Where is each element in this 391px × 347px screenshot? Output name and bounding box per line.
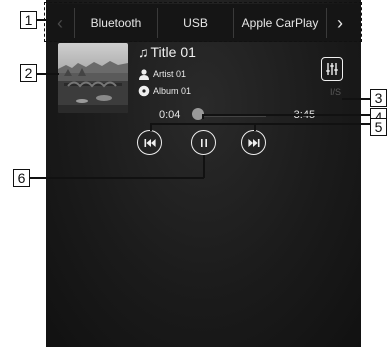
skip-next-icon <box>247 138 259 147</box>
callout-5: 5 <box>370 118 387 136</box>
disc-icon <box>138 85 150 97</box>
elapsed-time: 0:04 <box>159 109 181 121</box>
track-title-text: Title 01 <box>150 44 196 60</box>
artist-name: Artist 01 <box>153 69 187 79</box>
track-title: ♫ Title 01 <box>138 44 196 60</box>
tab-apple-carplay[interactable]: Apple CarPlay <box>233 8 327 38</box>
equalizer-icon <box>326 63 338 75</box>
callout-line-1 <box>37 19 46 21</box>
pause-button[interactable] <box>191 130 216 155</box>
tab-label: Bluetooth <box>90 16 142 30</box>
callout-2: 2 <box>20 64 37 82</box>
callout-line-2 <box>37 73 59 75</box>
pause-icon <box>200 138 207 147</box>
chevron-left-icon[interactable]: ‹ <box>46 4 74 42</box>
callout-6: 6 <box>13 169 30 187</box>
album-art <box>58 43 128 113</box>
callout-line-5-right <box>254 123 256 131</box>
callout-3: 3 <box>370 89 387 107</box>
next-track-button[interactable] <box>241 130 266 155</box>
callout-line-5-left <box>150 123 152 131</box>
callout-line-6-up <box>203 155 205 178</box>
source-tab-bar: ‹ Bluetooth USB Apple CarPlay › <box>46 4 361 42</box>
album-row: Album 01 <box>138 85 191 97</box>
tab-bluetooth[interactable]: Bluetooth <box>74 8 157 38</box>
tab-usb[interactable]: USB <box>157 8 233 38</box>
tab-label: USB <box>183 16 208 30</box>
chevron-right-icon[interactable]: › <box>327 4 353 42</box>
callout-line-4-tick <box>202 114 204 119</box>
skip-previous-icon <box>144 138 156 147</box>
music-note-icon: ♫ <box>138 44 149 60</box>
callout-line-3 <box>342 98 370 100</box>
equalizer-button[interactable] <box>321 57 343 81</box>
callout-line-5 <box>150 123 371 125</box>
tab-label: Apple CarPlay <box>241 16 319 30</box>
callout-line-4 <box>202 114 370 116</box>
album-name: Album 01 <box>153 86 192 96</box>
person-icon <box>138 68 150 80</box>
cut-off-label: I/S <box>330 87 342 97</box>
artist-row: Artist 01 <box>138 68 186 80</box>
callout-line-6 <box>30 177 204 179</box>
callout-1: 1 <box>20 11 37 29</box>
previous-track-button[interactable] <box>137 130 162 155</box>
